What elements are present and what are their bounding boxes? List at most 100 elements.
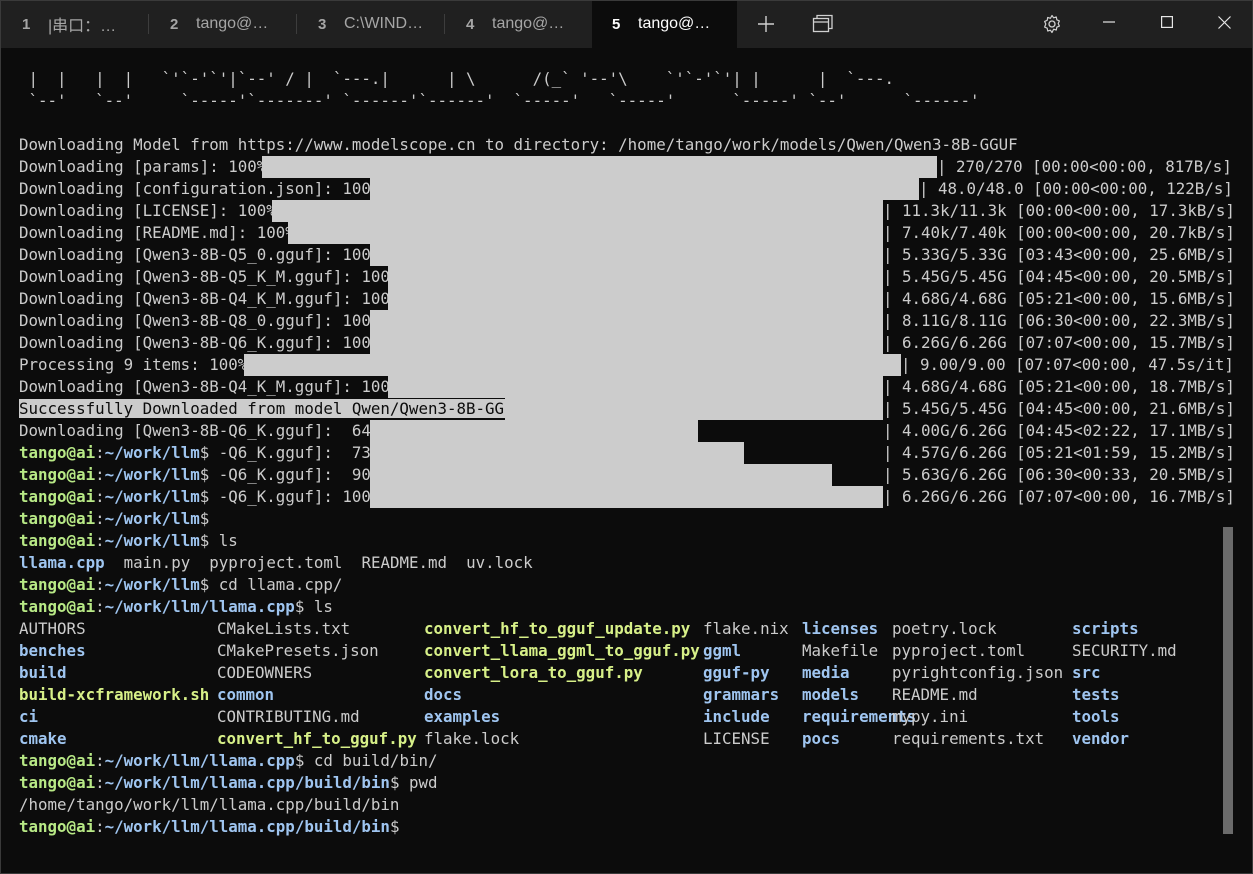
tab-switcher-button[interactable] [804,0,842,48]
prompt-colon: : [95,773,105,792]
prompt-path: ~/work/llm [104,531,200,550]
progress-stats: | 4.68G/4.68G [05:21<00:00, 18.7MB/s] [883,377,1235,396]
progress-stats: | 7.40k/7.40k [00:00<00:00, 20.7kB/s] [883,223,1235,242]
prompt-line: tango@ai:~/work/llm$ [19,508,209,530]
progress-bar [370,486,883,508]
ls-entry: common [217,685,275,704]
progress-stats: | 270/270 [00:00<00:00, 817B/s] [937,157,1232,176]
tab-4[interactable]: 4 tango@… [444,0,592,48]
progress-bar [388,376,883,398]
command-text: $ [199,509,210,528]
prompt-line: tango@ai:~/work/llm/llama.cpp$ ls [19,596,333,618]
progress-line: Downloading [Qwen3-8B-Q4_K_M.gguf]: 100%… [19,288,409,310]
progress-bar [370,310,883,332]
new-tab-button[interactable] [748,0,784,48]
progress-label: Downloading [Qwen3-8B-Q6_K.gguf]: 64%| [19,421,390,440]
progress-line: tango@ai:~/work/llm$ -Q6_K.gguf]: 73%| [19,442,390,464]
ls-entry: CMakePresets.json [217,641,379,660]
command-text: $ cd build/bin/ [294,751,438,770]
tab-switcher-icon [812,14,833,33]
maximize-button[interactable] [1138,0,1196,44]
progress-label: Processing 9 items: 100%| [19,355,257,374]
progress-line: Processing 9 items: 100%| [19,354,257,376]
minimize-button[interactable] [1080,0,1138,44]
prompt-colon: : [95,751,105,770]
prompt-colon: : [95,509,105,528]
ls-entry: CONTRIBUTING.md [217,707,360,726]
tab-number: 4 [466,15,475,33]
settings-button[interactable] [1034,0,1070,48]
prompt-path: ~/work/llm [104,465,200,484]
ls-entry: docs [424,685,463,704]
progress-label: Successfully Downloaded from model Qwen/… [19,399,533,418]
ls-entry: include [703,707,770,726]
ls-entry: flake.lock [424,729,520,748]
command-text: $ ls [199,531,238,550]
progress-line: Downloading [params]: 100%| [19,156,276,178]
prompt-user-host: tango@ai [19,531,96,550]
ls-entry: media [802,663,850,682]
progress-stats: | 5.63G/6.26G [06:30<00:33, 20.5MB/s] [883,465,1235,484]
prompt-path: ~/work/llm/llama.cpp [104,597,295,616]
prompt-user-host: tango@ai [19,575,96,594]
progress-line: Downloading [README.md]: 100%| [19,222,304,244]
progress-line: tango@ai:~/work/llm$ -Q6_K.gguf]: 100%| [19,486,390,508]
ls-entry: pocs [802,729,841,748]
ls-entry: uv.lock [466,553,533,572]
ls-entry: convert_hf_to_gguf_update.py [424,619,691,638]
ls-entry: examples [424,707,501,726]
pwd-output-line: /home/tango/work/llm/llama.cpp/build/bin [19,794,399,816]
prompt-user-host: tango@ai [19,817,96,836]
ls-entry: gguf-py [703,663,770,682]
progress-label: Downloading [README.md]: 100%| [19,223,305,242]
terminal-area[interactable]: | | | | `'`-'`'|`--' / | `---.| | \ /(_`… [0,48,1253,874]
tab-title: tango@… [638,15,711,32]
ls-entry: SECURITY.md [1072,641,1177,660]
close-button[interactable] [1195,0,1253,44]
ls-gap [447,553,466,572]
progress-bar [370,420,699,442]
ls-entry: LICENSE [703,729,770,748]
progress-label: $ -Q6_K.gguf]: 73%| [199,443,390,462]
prompt-line: tango@ai:~/work/llm$ ls [19,530,238,552]
ls-entry: tests [1072,685,1120,704]
prompt-colon: : [95,531,105,550]
prompt-user-host: tango@ai [19,773,96,792]
ls-entry: licenses [802,619,879,638]
ls-entry: main.py [123,553,191,572]
tab-5[interactable]: 5 tango@… [592,0,737,48]
progress-label: Downloading [Qwen3-8B-Q5_0.gguf]: 100%| [19,245,390,264]
progress-label: Downloading [Qwen3-8B-Q8_0.gguf]: 100%| [19,311,390,330]
prompt-path: ~/work/llm [104,487,200,506]
progress-bar [370,442,745,464]
progress-bar [262,156,937,178]
progress-bar [244,354,901,376]
tab-2[interactable]: 2 tango@… [148,0,297,48]
ls-entry: CODEOWNERS [217,663,313,682]
tab-3[interactable]: 3 C:\WIND… [296,0,445,48]
scrollbar-thumb[interactable] [1223,527,1233,834]
ls-entry: pyproject.toml [892,641,1026,660]
ls-entry: README.md [892,685,978,704]
prompt-colon: : [95,465,105,484]
prompt-colon: : [95,597,105,616]
tab-title: tango@… [492,15,565,32]
close-icon [1217,15,1231,29]
tab-1[interactable]: 1 |串口：… [0,0,149,48]
ls-entry: convert_hf_to_gguf.py [217,729,417,748]
ls-gap [105,553,124,572]
progress-stats: | 6.26G/6.26G [07:07<00:00, 16.7MB/s] [883,487,1235,506]
progress-label: Downloading [Qwen3-8B-Q6_K.gguf]: 100%| [19,333,390,352]
progress-bar [370,464,832,486]
ls-gap [190,553,209,572]
download-header-line: Downloading Model from https://www.model… [19,134,1018,156]
progress-label: Downloading [configuration.json]: 100%| [19,179,390,198]
progress-bar [388,266,883,288]
tab-title: C:\WIND… [344,15,424,32]
prompt-path: ~/work/llm/llama.cpp/build/bin [104,817,390,836]
ls-entry: vendor [1072,729,1130,748]
progress-line: Downloading [configuration.json]: 100%| [19,178,390,200]
tab-number: 1 [22,15,31,33]
progress-stats: | 6.26G/6.26G [07:07<00:00, 15.7MB/s] [883,333,1235,352]
ls-entry: ggml [703,641,742,660]
